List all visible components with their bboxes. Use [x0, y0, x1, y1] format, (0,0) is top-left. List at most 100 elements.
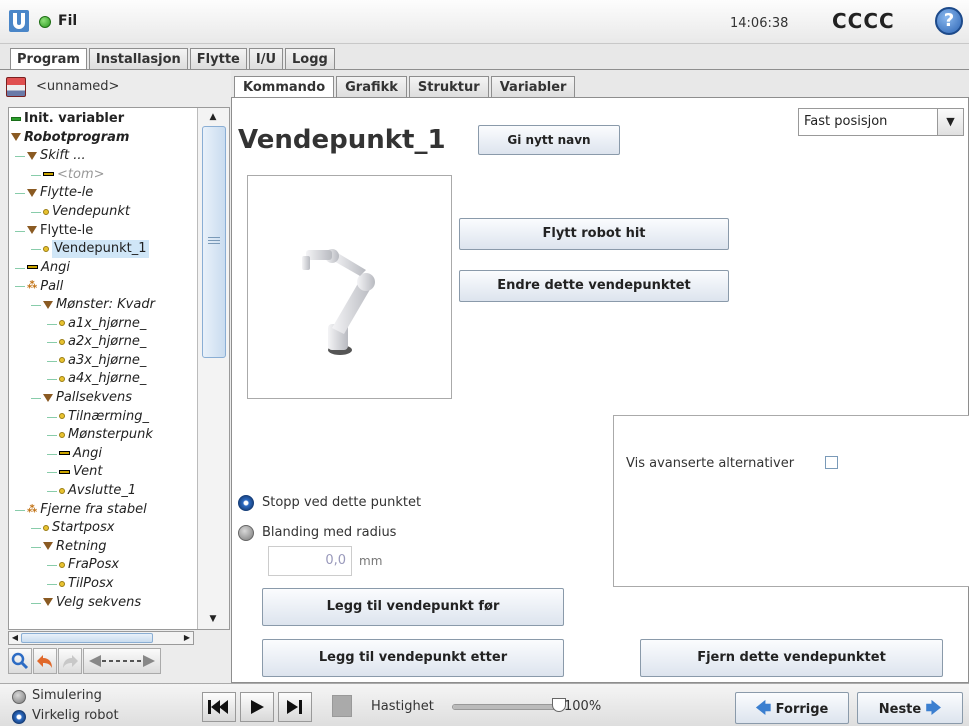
- tree-connector: [47, 435, 57, 437]
- tree-node-label: FraPosx: [68, 557, 120, 573]
- show-advanced-checkbox[interactable]: [825, 456, 838, 469]
- simulation-radio[interactable]: [12, 690, 26, 704]
- tree-node-label: Vendepunkt: [52, 204, 130, 219]
- undo-button[interactable]: [33, 648, 57, 674]
- tree-node[interactable]: Robotprogram: [11, 129, 129, 147]
- tree-node[interactable]: a3x_hjørne_: [59, 352, 146, 370]
- blend-radius-label: Blanding med radius: [262, 525, 397, 540]
- tree-node[interactable]: a4x_hjørne_: [59, 370, 146, 388]
- scroll-up-icon[interactable]: ▲: [198, 109, 228, 125]
- tree-connector: [15, 286, 25, 288]
- tree-connector: [31, 212, 41, 213]
- rename-button[interactable]: Gi nytt navn: [478, 125, 620, 155]
- tree-node[interactable]: Vendepunkt: [43, 203, 130, 221]
- tree-connector: [31, 602, 41, 604]
- expand-triangle-icon: [27, 188, 37, 197]
- expand-triangle-icon: [27, 151, 37, 160]
- tree-connector: [47, 379, 57, 381]
- move-node-button[interactable]: [83, 648, 161, 674]
- blend-radius-input[interactable]: 0,0: [268, 546, 352, 576]
- tree-node[interactable]: Mønsterpunk: [59, 426, 153, 444]
- tab-command[interactable]: Kommando: [234, 76, 335, 98]
- tree-node[interactable]: Angi: [27, 259, 70, 277]
- tab-log[interactable]: Logg: [285, 48, 335, 70]
- tree-node-label: Velg sekvens: [56, 594, 142, 610]
- step-button[interactable]: [278, 692, 312, 722]
- redo-button[interactable]: [58, 648, 82, 674]
- robot-preview-image: [247, 175, 452, 399]
- tree-node-label: Robotprogram: [24, 129, 130, 145]
- speed-label: Hastighet: [371, 699, 434, 714]
- stop-button[interactable]: [332, 695, 352, 717]
- tree-node[interactable]: Mønster: Kvadr: [43, 296, 155, 314]
- waypoint-icon: [43, 208, 49, 215]
- scroll-down-icon[interactable]: ▼: [198, 611, 228, 627]
- tree-node[interactable]: Velg sekvens: [43, 594, 141, 612]
- tab-io[interactable]: I/U: [248, 48, 284, 70]
- tree-node[interactable]: Flytte-le: [27, 184, 93, 202]
- delete-waypoint-button[interactable]: Fjern dette vendepunktet: [640, 639, 943, 677]
- tree-node-label: a3x_hjørne_: [68, 352, 147, 368]
- add-waypoint-after-button[interactable]: Legg til vendepunkt etter: [262, 639, 564, 677]
- tree-node[interactable]: Tilnærming_: [59, 408, 149, 426]
- scroll-right-icon[interactable]: ▶: [181, 632, 193, 644]
- tree-node[interactable]: <tom>: [43, 166, 105, 184]
- robot-status-icon: [39, 16, 51, 28]
- skip-back-button[interactable]: [202, 692, 236, 722]
- move-robot-here-button[interactable]: Flytt robot hit: [459, 218, 729, 250]
- tree-node-label: Retning: [56, 538, 107, 554]
- real-robot-radio[interactable]: [12, 710, 26, 724]
- tree-hscroll-thumb[interactable]: [21, 633, 153, 643]
- tree-node-label: Vent: [73, 464, 103, 480]
- tree-node[interactable]: ⁂ Pall: [27, 277, 63, 295]
- clock: 14:06:38: [730, 16, 789, 31]
- file-menu[interactable]: Fil: [58, 13, 77, 29]
- tab-installation[interactable]: Installasjon: [88, 48, 188, 70]
- edit-waypoint-button[interactable]: Endre dette vendepunktet: [459, 270, 729, 302]
- tree-node[interactable]: Init. variabler: [11, 110, 124, 128]
- waypoint-icon: [59, 431, 65, 438]
- tab-move[interactable]: Flytte: [189, 48, 247, 70]
- tree-scroll-thumb[interactable]: [202, 126, 226, 358]
- play-button[interactable]: [240, 692, 274, 722]
- tree-node[interactable]: Startposx: [43, 519, 114, 537]
- tree-node[interactable]: Avslutte_1: [59, 482, 136, 500]
- tree-node[interactable]: a2x_hjørne_: [59, 333, 146, 351]
- save-icon[interactable]: [6, 77, 26, 97]
- add-waypoint-before-button[interactable]: Legg til vendepunkt før: [262, 588, 564, 626]
- tab-program[interactable]: Program: [10, 48, 87, 70]
- tree-node[interactable]: Flytte-le: [27, 222, 93, 240]
- tree-node-label: <tom>: [57, 166, 105, 182]
- blend-radius-radio[interactable]: [238, 525, 254, 541]
- tree-node[interactable]: Vendepunkt_1: [43, 240, 149, 259]
- tree-node[interactable]: Retning: [43, 538, 106, 556]
- tree-node[interactable]: FraPosx: [59, 556, 119, 574]
- tab-structure[interactable]: Struktur: [408, 76, 489, 98]
- tab-variables[interactable]: Variabler: [490, 76, 576, 98]
- previous-label: Forrige: [775, 702, 829, 717]
- tab-graphics[interactable]: Grafikk: [336, 76, 407, 98]
- tree-node[interactable]: Pallsekvens: [43, 389, 132, 407]
- scroll-left-icon[interactable]: ◀: [9, 632, 21, 644]
- search-button[interactable]: [8, 648, 32, 674]
- next-button[interactable]: Neste 🡆: [857, 692, 963, 724]
- tree-node-label: TilPosx: [68, 576, 114, 591]
- tree-connector: [15, 156, 25, 158]
- real-robot-label: Virkelig robot: [32, 708, 119, 723]
- previous-button[interactable]: 🡄 Forrige: [735, 692, 849, 724]
- help-icon[interactable]: ?: [935, 7, 963, 35]
- tree-node-label: Pallsekvens: [56, 390, 133, 405]
- tree-node[interactable]: ⁂ Fjerne fra stabel: [27, 501, 147, 519]
- tree-node[interactable]: Angi: [59, 445, 102, 463]
- tree-node[interactable]: TilPosx: [59, 575, 113, 593]
- tree-node[interactable]: Vent: [59, 463, 102, 481]
- tree-node[interactable]: Skift ...: [27, 147, 86, 165]
- tree-vertical-scrollbar[interactable]: ▲ ▼: [197, 108, 229, 629]
- position-type-select[interactable]: Fast posisjon ▼: [798, 108, 964, 136]
- tree-connector: [47, 565, 57, 567]
- tree-connector: [47, 491, 57, 492]
- speed-slider[interactable]: [452, 704, 562, 710]
- tree-horizontal-scrollbar[interactable]: ◀ ▶: [8, 631, 194, 645]
- tree-node[interactable]: a1x_hjørne_: [59, 315, 146, 333]
- stop-at-point-radio[interactable]: [238, 495, 254, 511]
